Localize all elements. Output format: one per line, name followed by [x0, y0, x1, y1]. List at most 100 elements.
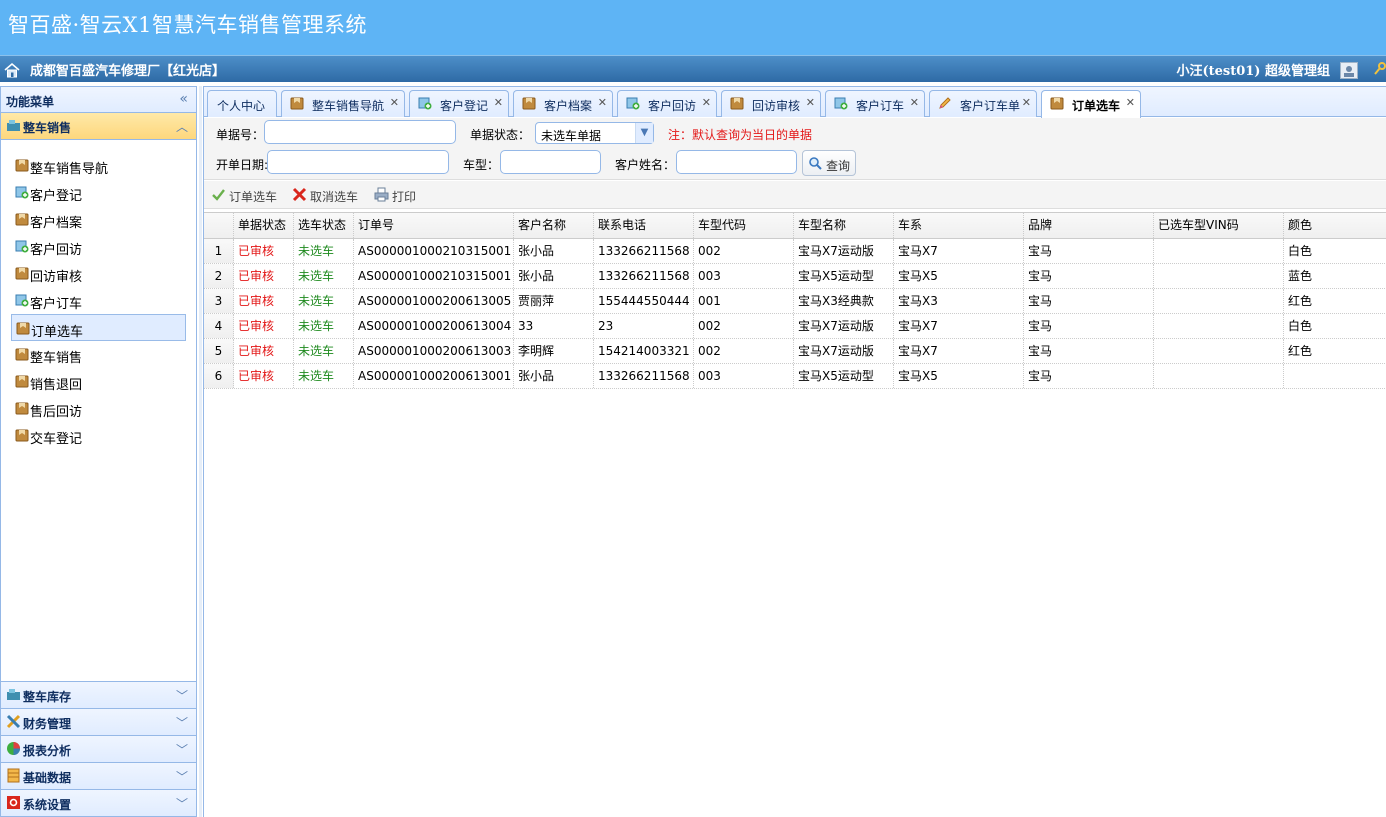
cell-model-name: 宝马X7运动版 [794, 339, 894, 363]
select-car-button[interactable]: 订单选车 [211, 186, 281, 204]
sidebar-item[interactable]: 整车销售 [11, 341, 186, 368]
accordion-header-base-data[interactable]: 基础数据 ﹀ [1, 762, 196, 789]
close-icon[interactable]: ✕ [702, 96, 711, 109]
column-header-vin[interactable]: 已选车型VIN码 [1154, 213, 1284, 238]
add-record-icon [15, 293, 29, 307]
cell-model-code: 002 [694, 339, 794, 363]
column-header-series[interactable]: 车系 [894, 213, 1024, 238]
tab[interactable]: 客户订车 ✕ [825, 90, 925, 117]
cell-brand: 宝马 [1024, 339, 1154, 363]
sidebar-item[interactable]: 客户登记 [11, 179, 186, 206]
key-icon[interactable] [1374, 62, 1386, 76]
sidebar-item[interactable]: 整车销售导航 [11, 152, 186, 179]
home-icon[interactable] [4, 62, 20, 78]
sidebar-item-label: 订单选车 [31, 325, 84, 340]
close-icon[interactable]: ✕ [494, 96, 503, 109]
vehicle-inventory-icon [6, 687, 21, 702]
customer-name-label: 客户姓名： [615, 158, 676, 172]
column-header-model-name[interactable]: 车型名称 [794, 213, 894, 238]
cancel-select-button[interactable]: 取消选车 [292, 186, 362, 204]
sidebar-title: 功能菜单 [6, 95, 55, 109]
table-row[interactable]: 1 已审核 未选车 AS000001000210315001 张小品 1332662115… [204, 239, 1386, 264]
close-icon[interactable]: ✕ [806, 96, 815, 109]
column-header-brand[interactable]: 品牌 [1024, 213, 1154, 238]
table-row[interactable]: 5 已审核 未选车 AS000001000200613003 李明辉 1542140033… [204, 339, 1386, 364]
model-label: 车型： [463, 158, 500, 172]
reports-icon [6, 741, 21, 756]
column-header-phone[interactable]: 联系电话 [594, 213, 694, 238]
sidebar-item[interactable]: 客户订车 [11, 287, 186, 314]
sidebar-splitter[interactable] [199, 86, 202, 817]
status-select-value: 未选车单据 [541, 129, 602, 143]
table-row[interactable]: 2 已审核 未选车 AS000001000210315001 张小品 1332662115… [204, 264, 1386, 289]
table-row[interactable]: 3 已审核 未选车 AS000001000200613005 贾丽萍 1554445504… [204, 289, 1386, 314]
cell-brand: 宝马 [1024, 264, 1154, 288]
model-input[interactable] [500, 150, 601, 174]
cell-phone: 23 [594, 314, 694, 338]
status-select[interactable]: 未选车单据 ▼ [535, 122, 654, 144]
sidebar-item[interactable]: 客户回访 [11, 233, 186, 260]
close-icon[interactable]: ✕ [910, 96, 919, 109]
cell-color: 蓝色 [1284, 264, 1386, 288]
chevron-down-icon[interactable]: ﹀ [176, 768, 188, 785]
sidebar-item[interactable]: 回访审核 [11, 260, 186, 287]
cell-phone: 133266211568 [594, 239, 694, 263]
customer-name-input[interactable] [676, 150, 797, 174]
cell-order-status: 已审核 [234, 239, 294, 263]
close-icon[interactable]: ✕ [1022, 96, 1031, 109]
print-label: 打印 [392, 190, 417, 204]
order-date-input[interactable] [267, 150, 449, 174]
close-icon[interactable]: ✕ [1126, 96, 1135, 109]
cell-row-number: 3 [204, 289, 234, 313]
tab[interactable]: 客户回访 ✕ [617, 90, 717, 117]
column-header-order-status[interactable]: 单据状态 [234, 213, 294, 238]
sidebar-item[interactable]: 销售退回 [11, 368, 186, 395]
accordion-header-reports[interactable]: 报表分析 ﹀ [1, 735, 196, 762]
tab[interactable]: 客户档案 ✕ [513, 90, 613, 117]
accordion-title: 整车销售 [23, 121, 72, 135]
user-avatar-icon[interactable] [1340, 62, 1358, 79]
order-no-input[interactable] [264, 120, 456, 144]
tab[interactable]: 个人中心 [207, 90, 277, 117]
column-header-order-no[interactable]: 订单号 [354, 213, 514, 238]
chevron-down-icon[interactable]: ﹀ [176, 687, 188, 704]
column-header-selection-status[interactable]: 选车状态 [294, 213, 354, 238]
collapse-sidebar-icon[interactable]: « [179, 91, 188, 107]
close-icon[interactable]: ✕ [390, 96, 399, 109]
chevron-down-icon[interactable]: ﹀ [176, 795, 188, 812]
toolbar: 订单选车 取消选车 打印 [204, 181, 1386, 209]
accordion-header-vehicle-sales[interactable]: 整车销售 ︿ [1, 113, 196, 140]
chevron-down-icon[interactable]: ▼ [635, 123, 653, 143]
package-icon [15, 428, 29, 442]
table-row[interactable]: 6 已审核 未选车 AS000001000200613001 张小品 1332662115… [204, 364, 1386, 389]
sidebar-item[interactable]: 售后回访 [11, 395, 186, 422]
cell-customer-name: 33 [514, 314, 594, 338]
chevron-down-icon[interactable]: ﹀ [176, 714, 188, 731]
search-button[interactable]: 查询 [802, 150, 856, 176]
sidebar-item[interactable]: 订单选车 [11, 314, 186, 341]
tab[interactable]: 客户订车单 ✕ [929, 90, 1037, 117]
accordion-header-finance[interactable]: 财务管理 ﹀ [1, 708, 196, 735]
cell-model-name: 宝马X3经典款 [794, 289, 894, 313]
column-header-customer-name[interactable]: 客户名称 [514, 213, 594, 238]
tabs-bar: 个人中心 整车销售导航 ✕ 客户登记 ✕ 客户档案 ✕ 客户回访 ✕ 回访审核 ✕ 客户订车 ✕ 客户订车… [204, 87, 1386, 118]
table-row[interactable]: 4 已审核 未选车 AS000001000200613004 33 23 002 宝马X7运动… [204, 314, 1386, 339]
tab[interactable]: 订单选车 ✕ [1041, 90, 1141, 118]
column-header-model-code[interactable]: 车型代码 [694, 213, 794, 238]
cell-order-no: AS000001000210315001 [354, 239, 514, 263]
tab[interactable]: 客户登记 ✕ [409, 90, 509, 117]
sidebar-item[interactable]: 交车登记 [11, 422, 186, 449]
app-title: 智百盛·智云X1智慧汽车销售管理系统 [8, 13, 367, 37]
tab[interactable]: 整车销售导航 ✕ [281, 90, 405, 117]
tab[interactable]: 回访审核 ✕ [721, 90, 821, 117]
print-button[interactable]: 打印 [374, 186, 424, 204]
accordion-header-system-settings[interactable]: 系统设置 ﹀ [1, 789, 196, 816]
chevron-down-icon[interactable]: ﹀ [176, 741, 188, 758]
cell-color: 白色 [1284, 239, 1386, 263]
close-icon[interactable]: ✕ [598, 96, 607, 109]
cell-series: 宝马X3 [894, 289, 1024, 313]
accordion-header-vehicle-inventory[interactable]: 整车库存 ﹀ [1, 681, 196, 708]
column-header-color[interactable]: 颜色 [1284, 213, 1386, 238]
chevron-up-icon[interactable]: ︿ [176, 118, 188, 135]
sidebar-item[interactable]: 客户档案 [11, 206, 186, 233]
